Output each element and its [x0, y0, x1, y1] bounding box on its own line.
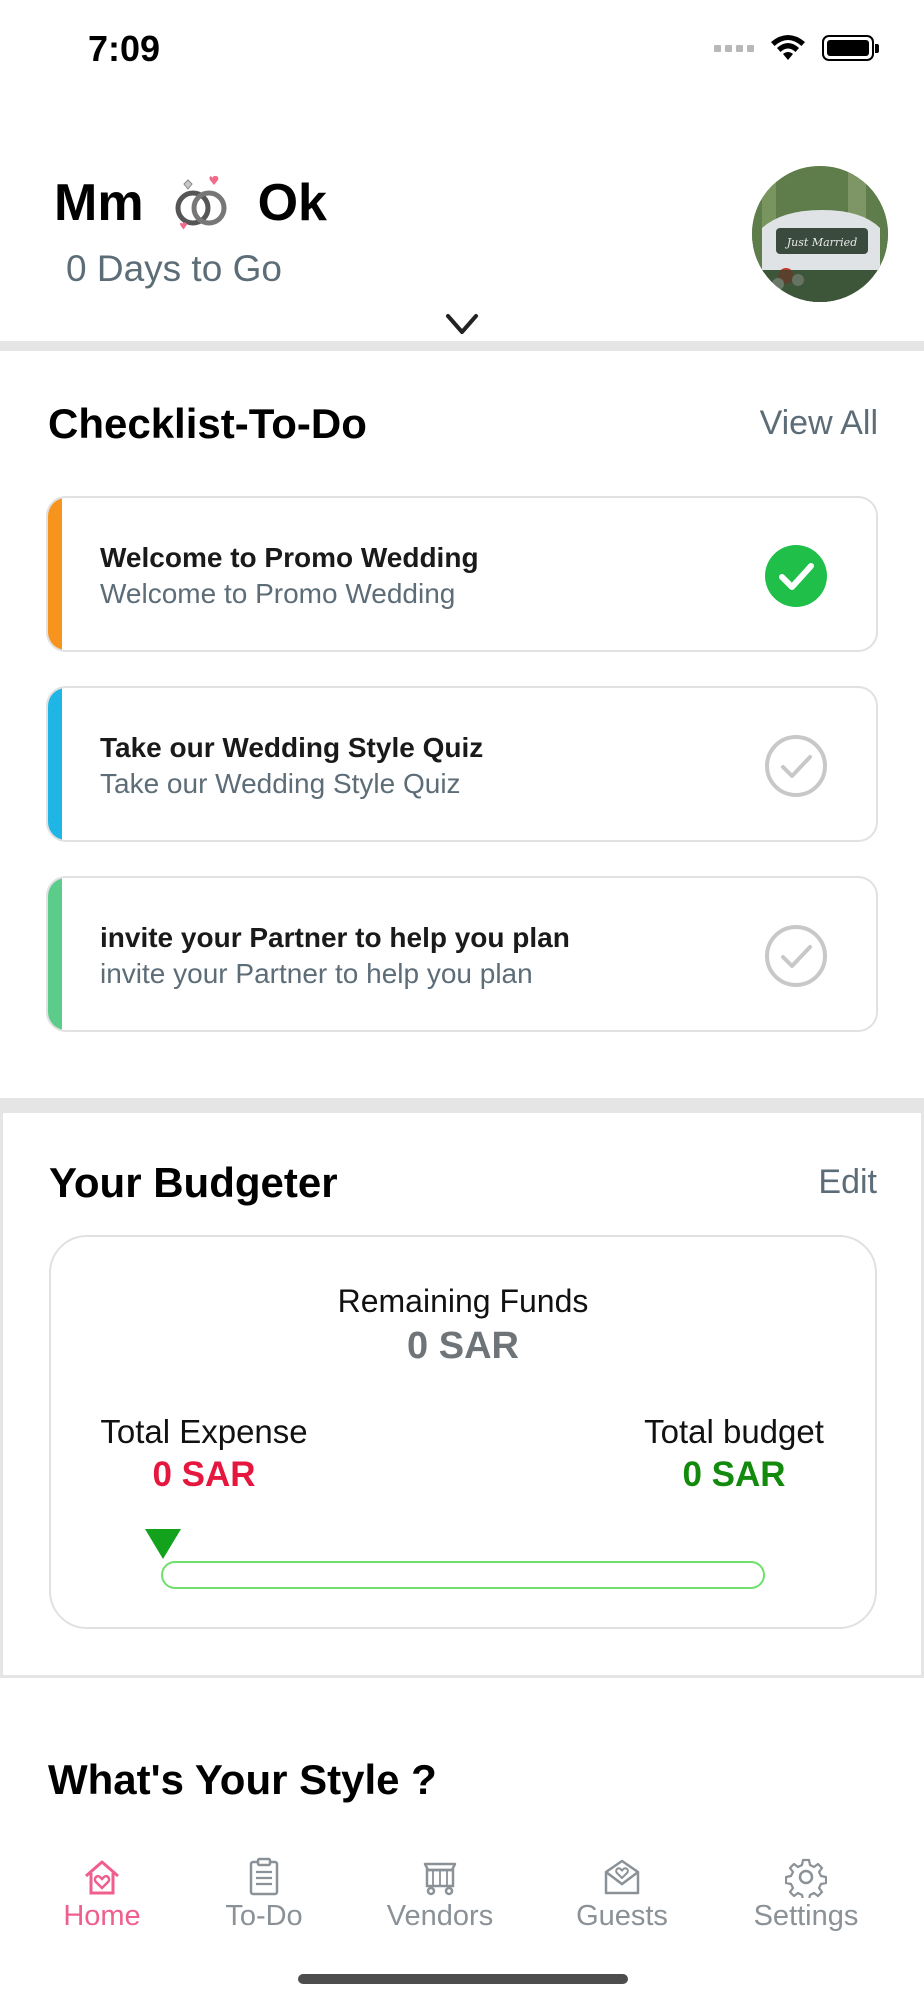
total-expense-value: 0 SAR — [152, 1455, 256, 1494]
tab-label: To-Do — [225, 1900, 303, 1932]
total-budget-value: 0 SAR — [682, 1455, 786, 1494]
tab-todo[interactable]: To-Do — [184, 1856, 344, 1946]
home-heart-icon — [85, 1860, 119, 1895]
checklist-item[interactable]: Take our Wedding Style Quiz Take our Wed… — [46, 686, 878, 842]
checklist-title: Checklist-To-Do — [48, 400, 367, 447]
task-subtitle: Take our Wedding Style Quiz — [100, 768, 461, 799]
status-time: 7:09 — [88, 28, 161, 69]
task-title: Welcome to Promo Wedding — [100, 542, 479, 573]
budget-progress-bar — [161, 1561, 765, 1589]
wedding-rings-icon — [175, 175, 227, 230]
progress-marker-icon — [145, 1529, 181, 1559]
home-screen: 7:09 Mm Ok 0 Days to Go Just Married Che… — [0, 0, 924, 2000]
days-to-go: 0 Days to Go — [66, 248, 282, 289]
cellular-signal-icon — [714, 44, 754, 52]
section-divider — [0, 1098, 924, 1110]
checkmark-pending-icon[interactable] — [764, 924, 828, 988]
battery-icon — [822, 35, 879, 61]
status-bar: 7:09 — [0, 0, 924, 100]
gear-icon — [785, 1858, 827, 1898]
chevron-down-icon[interactable] — [444, 310, 480, 338]
task-accent-bar — [48, 688, 62, 840]
remaining-funds-value: 0 SAR — [407, 1325, 519, 1367]
view-all-link[interactable]: View All — [760, 404, 878, 443]
remaining-funds-label: Remaining Funds — [337, 1283, 589, 1319]
vendor-cart-icon — [423, 1862, 457, 1896]
task-subtitle: Welcome to Promo Wedding — [100, 578, 456, 609]
tab-label: Settings — [753, 1900, 859, 1932]
task-accent-bar — [48, 878, 62, 1030]
svg-text:Just Married: Just Married — [785, 236, 857, 249]
checklist-item[interactable]: Welcome to Promo Wedding Welcome to Prom… — [46, 496, 878, 652]
tab-settings[interactable]: Settings — [726, 1856, 886, 1946]
task-title: invite your Partner to help you plan — [100, 922, 570, 953]
checklist-item[interactable]: invite your Partner to help you plan inv… — [46, 876, 878, 1032]
tab-label: Home — [63, 1900, 141, 1932]
wifi-icon — [771, 35, 805, 60]
wedding-header[interactable]: Mm Ok 0 Days to Go Just Married — [0, 140, 924, 340]
total-budget-label: Total budget — [644, 1413, 824, 1450]
avatar[interactable]: Just Married — [752, 166, 888, 302]
status-icons — [714, 34, 879, 62]
tab-label: Vendors — [386, 1900, 494, 1932]
tab-home[interactable]: Home — [22, 1856, 182, 1946]
tab-guests[interactable]: Guests — [542, 1856, 702, 1946]
envelope-heart-icon — [604, 1859, 640, 1895]
couple-names: Mm Ok — [54, 170, 327, 236]
tab-label: Guests — [576, 1900, 668, 1932]
home-indicator[interactable] — [298, 1974, 628, 1984]
task-accent-bar — [48, 498, 62, 650]
task-subtitle: invite your Partner to help you plan — [100, 958, 533, 989]
edit-budget-button[interactable]: Edit — [818, 1163, 877, 1202]
partner-name-left: Mm — [54, 174, 144, 232]
wedding-car-photo-icon: Just Married — [752, 166, 888, 302]
budget-summary-card[interactable]: Remaining Funds 0 SAR Total Expense 0 SA… — [49, 1235, 877, 1629]
partner-name-right: Ok — [257, 174, 327, 232]
budgeter-section: Your Budgeter Edit Remaining Funds 0 SAR… — [0, 1110, 924, 1678]
tab-vendors[interactable]: Vendors — [360, 1856, 520, 1946]
total-expense-label: Total Expense — [100, 1413, 308, 1450]
budgeter-title: Your Budgeter — [49, 1159, 338, 1206]
style-section-title: What's Your Style ? — [48, 1756, 437, 1803]
checkmark-pending-icon[interactable] — [764, 734, 828, 798]
section-divider — [0, 341, 924, 351]
clipboard-icon — [249, 1857, 279, 1896]
task-title: Take our Wedding Style Quiz — [100, 732, 484, 763]
checkmark-done-icon[interactable] — [764, 544, 828, 608]
bottom-tab-bar: Home To-Do Vendors Guests Settings — [0, 1840, 924, 2000]
